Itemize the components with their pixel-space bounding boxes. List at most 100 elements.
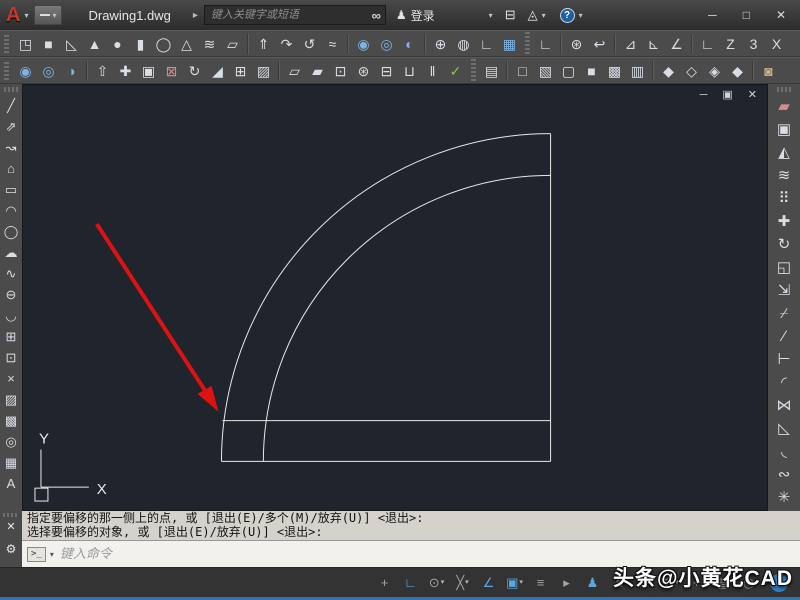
minimize-button[interactable]: ─ [708, 8, 717, 22]
vs-hidden-icon[interactable]: ▢ [557, 59, 580, 82]
command-customize-wrench-icon[interactable]: ⚙ [6, 542, 17, 556]
constrained-orbit-icon[interactable]: ⊕ [429, 32, 452, 55]
multiline-text-icon[interactable]: A [1, 473, 22, 494]
stretch-icon[interactable]: ⇲ [771, 279, 797, 302]
color-edges-icon[interactable]: ▰ [306, 59, 329, 82]
polar-tracking-icon[interactable]: ⊙ ▾ [424, 572, 449, 594]
signin-button[interactable]: ♟ 登录 ▾ [396, 7, 493, 24]
ucs-world-icon[interactable]: ⊛ [565, 32, 588, 55]
ellipse-arc-icon[interactable]: ◡ [1, 305, 22, 326]
ucs-icon-display-icon[interactable]: ∟ [475, 32, 498, 55]
outer-arc[interactable] [220, 133, 551, 462]
polyline-icon[interactable]: ↝ [1, 137, 22, 158]
hatch-icon[interactable]: ▨ [1, 389, 22, 410]
command-close-icon[interactable]: ✕ [6, 520, 15, 533]
ucs-icon[interactable]: ∟ [534, 32, 557, 55]
point-icon[interactable]: × [1, 368, 22, 389]
mirror-icon[interactable]: ◭ [771, 141, 797, 164]
inner-arc[interactable] [262, 174, 551, 462]
ucs-rotate-x-icon[interactable]: X [765, 32, 788, 55]
subtract-icon[interactable]: ◎ [375, 32, 398, 55]
drawing-minimize-button[interactable]: ─ [700, 90, 708, 101]
snap-mode-icon[interactable]: + [372, 572, 397, 594]
move-faces-icon[interactable]: ✚ [114, 59, 137, 82]
helix-icon[interactable]: ≋ [198, 32, 221, 55]
vs-conceptual-icon[interactable]: ▩ [603, 59, 626, 82]
help-icon[interactable]: ? [559, 7, 575, 23]
pyramid-icon[interactable]: △ [175, 32, 198, 55]
rectangle-icon[interactable]: ▭ [1, 179, 22, 200]
extrude-faces-icon[interactable]: ⇧ [91, 59, 114, 82]
line-icon[interactable]: ╱ [1, 95, 22, 116]
trim-icon[interactable]: ⌿ [771, 302, 797, 325]
autodesk360-icon[interactable]: ◬ [528, 7, 538, 23]
drawing-restore-button[interactable]: ▣ [722, 90, 732, 101]
validate-icon[interactable]: ✓ [444, 59, 467, 82]
materials-browser-icon[interactable]: ◇ [680, 59, 703, 82]
ucs-face-icon[interactable]: ⊿ [619, 32, 642, 55]
command-prompt-caret-icon[interactable]: ▾ [50, 550, 54, 559]
move-icon[interactable]: ✚ [771, 210, 797, 233]
box-icon[interactable]: ■ [37, 32, 60, 55]
render-presets-icon[interactable]: ▤ [480, 59, 503, 82]
region-icon[interactable]: ◎ [1, 431, 22, 452]
materials-icon[interactable]: ◆ [657, 59, 680, 82]
vs-wireframe-icon[interactable]: ▧ [534, 59, 557, 82]
interfere-intersect-icon[interactable]: ◑ [60, 59, 83, 82]
taper-faces-icon[interactable]: ◢ [206, 59, 229, 82]
free-orbit-icon[interactable]: ◍ [452, 32, 475, 55]
vs-2d-wireframe-icon[interactable]: □ [511, 59, 534, 82]
close-button[interactable]: ✕ [776, 8, 786, 22]
erase-icon[interactable]: ▰ [771, 95, 797, 118]
command-prompt-icon[interactable]: >_ [27, 546, 46, 562]
delete-faces-icon[interactable]: ⊠ [160, 59, 183, 82]
revision-cloud-icon[interactable]: ☁ [1, 242, 22, 263]
rotate-icon[interactable]: ↻ [771, 233, 797, 256]
viewports-icon[interactable]: ▦ [498, 32, 521, 55]
annotation-visibility-icon[interactable]: ♟ [580, 572, 605, 594]
arc-icon[interactable]: ◠ [1, 200, 22, 221]
presspull-icon[interactable]: ⇑ [252, 32, 275, 55]
extend-icon[interactable]: ∕ [771, 325, 797, 348]
break-at-point-icon[interactable]: ⊢ [771, 348, 797, 371]
search-expand-icon[interactable]: ▸ [193, 10, 198, 21]
ortho-mode-icon[interactable]: ∟ [398, 572, 423, 594]
autocad-logo-icon[interactable]: A [6, 5, 20, 25]
intersect-icon[interactable]: ◐ [398, 32, 421, 55]
lineweight-icon[interactable]: ≡ [528, 572, 553, 594]
torus-icon[interactable]: ◯ [152, 32, 175, 55]
cone-icon[interactable]: ▲ [83, 32, 106, 55]
copy-edges-icon[interactable]: ▱ [283, 59, 306, 82]
logo-caret-icon[interactable]: ▾ [24, 11, 28, 20]
ucs-z-axis-icon[interactable]: Z [719, 32, 742, 55]
polysolid-icon[interactable]: ◳ [14, 32, 37, 55]
ellipse-icon[interactable]: ⊖ [1, 284, 22, 305]
insert-block-icon[interactable]: ⊞ [1, 326, 22, 347]
drawing-close-button[interactable]: ✕ [748, 90, 757, 101]
offset-icon[interactable]: ≋ [771, 164, 797, 187]
circle-icon[interactable]: ◯ [1, 221, 22, 242]
cylinder-icon[interactable]: ▮ [129, 32, 152, 55]
material-attach-icon[interactable]: ◆ [726, 59, 749, 82]
construction-line-icon[interactable]: ⇗ [1, 116, 22, 137]
interfere-subtract-icon[interactable]: ◎ [37, 59, 60, 82]
search-binoculars-icon[interactable]: ∞ [372, 8, 381, 23]
planar-surface-icon[interactable]: ▱ [221, 32, 244, 55]
ucs-object-icon[interactable]: ⊾ [642, 32, 665, 55]
table-icon[interactable]: ▦ [1, 452, 22, 473]
drawing-canvas[interactable]: ─ ▣ ✕ YX [22, 84, 768, 511]
vs-shaded-icon[interactable]: ▥ [626, 59, 649, 82]
union-icon[interactable]: ◉ [352, 32, 375, 55]
loft-icon[interactable]: ≈ [321, 32, 344, 55]
command-input[interactable] [57, 545, 795, 563]
selection-cycling-icon[interactable]: ▸ [554, 572, 579, 594]
array-icon[interactable]: ⠿ [771, 187, 797, 210]
isometric-drafting-icon[interactable]: ╳ ▾ [450, 572, 475, 594]
interfere-union-icon[interactable]: ◉ [14, 59, 37, 82]
spline-icon[interactable]: ∿ [1, 263, 22, 284]
clean-icon[interactable]: ⊛ [352, 59, 375, 82]
scale-icon[interactable]: ◱ [771, 256, 797, 279]
sweep-icon[interactable]: ↷ [275, 32, 298, 55]
copy-faces-icon[interactable]: ⊞ [229, 59, 252, 82]
revolve-icon[interactable]: ↺ [298, 32, 321, 55]
